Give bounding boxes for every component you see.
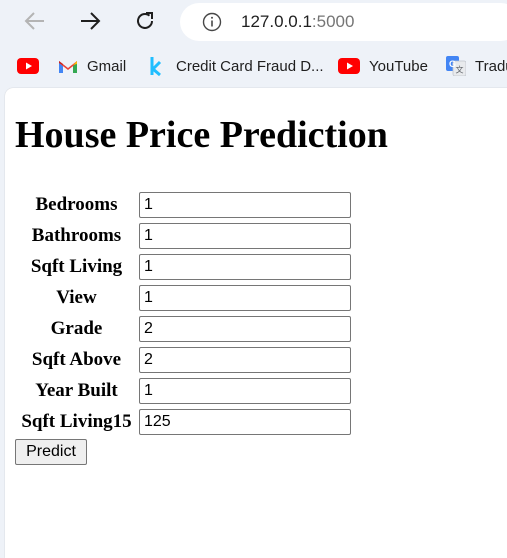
bookmark-youtube-shortcut[interactable]	[17, 50, 48, 82]
sqft-living15-input[interactable]	[139, 409, 351, 435]
predict-button[interactable]: Predict	[15, 439, 87, 465]
grade-input[interactable]	[139, 316, 351, 342]
youtube-icon	[17, 58, 39, 74]
bathrooms-input[interactable]	[139, 223, 351, 249]
year-built-label: Year Built	[35, 380, 118, 401]
address-bar[interactable]: 127.0.0.1:5000	[180, 3, 507, 41]
view-input[interactable]	[139, 285, 351, 311]
sqft-living-label: Sqft Living	[30, 256, 123, 277]
view-label: View	[56, 287, 97, 308]
bookmark-gmail[interactable]: Gmail	[58, 50, 126, 82]
bookmark-label: Gmail	[87, 57, 127, 75]
bookmarks-bar: Gmail Credit Card Fraud D... YouTube G 文…	[0, 50, 507, 82]
svg-text:文: 文	[456, 65, 464, 75]
url-text[interactable]: 127.0.0.1:5000	[241, 12, 354, 32]
sqft-living15-label: Sqft Living15	[21, 411, 132, 432]
bookmark-label: Tradu	[475, 57, 507, 75]
reload-icon	[137, 12, 153, 29]
url-port: :5000	[311, 12, 355, 31]
site-info-icon[interactable]	[202, 12, 222, 32]
browser-toolbar: 127.0.0.1:5000	[0, 0, 507, 44]
back-button[interactable]	[19, 4, 51, 38]
bookmark-label: YouTube	[369, 57, 428, 75]
kaggle-icon	[150, 57, 162, 76]
bedrooms-input[interactable]	[139, 192, 351, 218]
bookmark-credit-card-fraud[interactable]: Credit Card Fraud D...	[150, 50, 324, 82]
forward-arrow-icon	[81, 12, 101, 30]
bookmark-label: Credit Card Fraud D...	[176, 57, 324, 75]
youtube-icon	[338, 58, 360, 74]
url-host: 127.0.0.1	[241, 12, 312, 31]
page-content: House Price Prediction Bedrooms Bathroom…	[5, 88, 507, 558]
page-title: House Price Prediction	[15, 114, 388, 156]
bedrooms-label: Bedrooms	[35, 194, 118, 215]
forward-button[interactable]	[74, 4, 106, 38]
sqft-living-input[interactable]	[139, 254, 351, 280]
back-arrow-icon	[24, 12, 44, 30]
bathrooms-label: Bathrooms	[31, 225, 122, 246]
grade-label: Grade	[50, 318, 103, 339]
google-translate-icon: G 文	[446, 56, 466, 76]
reload-button[interactable]	[129, 4, 161, 38]
sqft-above-label: Sqft Above	[31, 349, 122, 370]
bookmark-translate[interactable]: G 文 Tradu	[446, 50, 507, 82]
year-built-input[interactable]	[139, 378, 351, 404]
gmail-icon	[59, 60, 77, 73]
bookmark-youtube[interactable]: YouTube	[338, 50, 428, 82]
sqft-above-input[interactable]	[139, 347, 351, 373]
